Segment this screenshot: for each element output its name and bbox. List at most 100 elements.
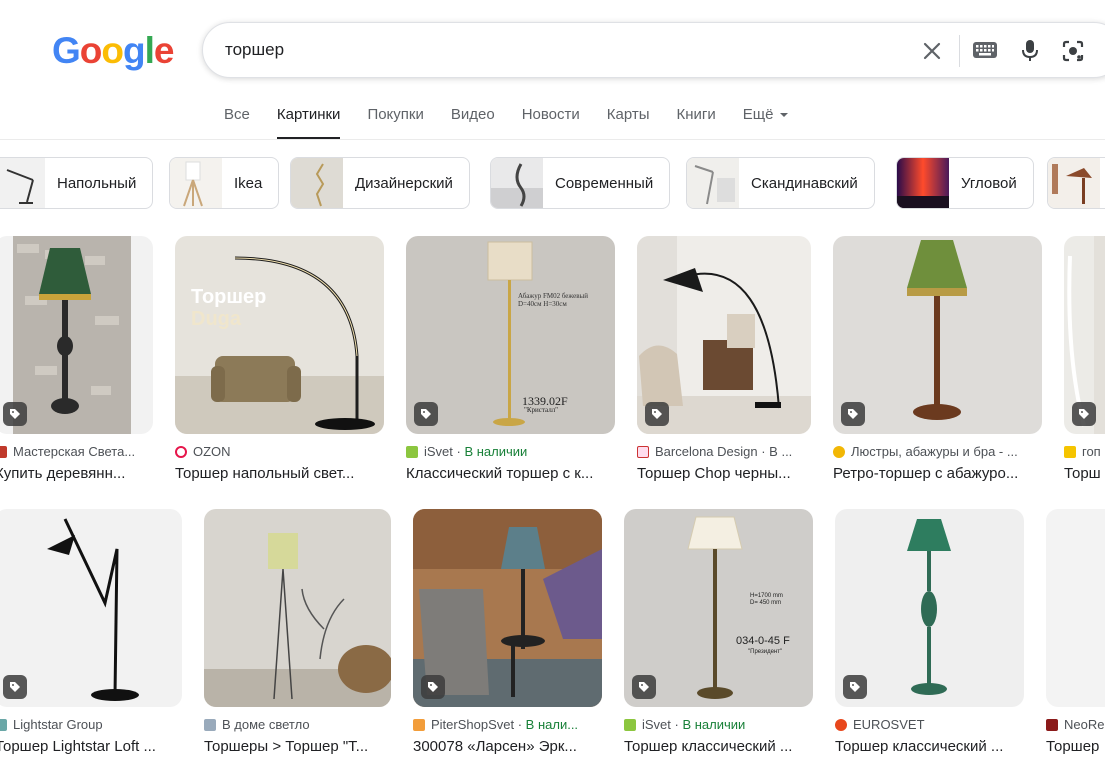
product-tag-icon <box>414 402 438 426</box>
chip-label: Напольный <box>57 174 137 192</box>
close-icon[interactable] <box>920 39 944 63</box>
result-image[interactable] <box>204 509 391 707</box>
tab-news[interactable]: Новости <box>522 106 580 140</box>
tab-shopping[interactable]: Покупки <box>367 106 423 140</box>
result-source[interactable]: OZON <box>175 444 384 459</box>
logo-letter: g <box>123 30 146 71</box>
keyboard-icon[interactable] <box>973 39 997 63</box>
image-caption: D= 450 mm <box>750 600 782 606</box>
chip-thumbnail <box>491 158 543 208</box>
product-tag-icon <box>1072 402 1096 426</box>
result-title[interactable]: Купить деревянн... <box>0 465 153 482</box>
source-label: Lightstar Group <box>13 717 103 732</box>
result-source[interactable]: Barcelona Design · В ... <box>637 444 811 459</box>
search-input[interactable] <box>225 23 905 77</box>
logo-letter: o <box>79 30 103 71</box>
result-title[interactable]: Торшер Chop черны... <box>637 465 811 482</box>
product-tag-icon <box>841 402 865 426</box>
lens-icon[interactable] <box>1061 39 1085 63</box>
source-label: В доме светло <box>222 717 310 732</box>
result-image[interactable] <box>637 236 811 434</box>
result-image[interactable] <box>835 509 1024 707</box>
filter-chips: Напольный Ikea Дизайнерский Современный … <box>0 157 1105 209</box>
chip-thumbnail <box>687 158 739 208</box>
search-tabs: Все Картинки Покупки Видео Новости Карты… <box>224 106 815 140</box>
result-source[interactable]: В доме светло <box>204 717 391 732</box>
tab-all[interactable]: Все <box>224 106 250 140</box>
product-tag-icon <box>3 402 27 426</box>
image-caption: "Кристалл" <box>524 406 559 414</box>
logo-letter: o <box>101 30 124 71</box>
chip-modern[interactable]: Современный <box>490 157 671 209</box>
result-title[interactable]: Классический торшер с к... <box>406 465 615 482</box>
source-label: iSvet <box>642 717 671 732</box>
result-title[interactable]: Ретро-торшер с абажуро... <box>833 465 1042 482</box>
source-label: iSvet <box>424 444 453 459</box>
result-source[interactable]: iSvet · В наличии <box>406 444 615 459</box>
result-title[interactable]: Торш <box>1064 465 1105 482</box>
source-label: PiterShopSvet <box>431 717 515 732</box>
tabs-divider <box>0 139 1105 140</box>
tab-maps[interactable]: Карты <box>607 106 650 140</box>
availability-label: В наличии <box>464 444 528 459</box>
chip-corner[interactable]: Угловой <box>896 157 1034 209</box>
result-image[interactable] <box>0 509 182 707</box>
tab-more-label: Ещё <box>742 106 774 123</box>
tab-images[interactable]: Картинки <box>276 106 341 140</box>
result-image[interactable]: Абажур FM02 бежевый D=40см H=30см 1339.0… <box>406 236 615 434</box>
result-source[interactable]: PiterShopSvet · В нали... <box>413 717 602 732</box>
caret-down-icon <box>780 113 789 118</box>
availability-label: В наличии <box>682 717 746 732</box>
image-caption: H=1700 mm <box>750 593 783 599</box>
result-source[interactable]: NeoRe <box>1046 717 1105 732</box>
logo-letter: e <box>153 30 175 71</box>
mic-icon[interactable] <box>1018 39 1042 63</box>
result-image[interactable] <box>413 509 602 707</box>
chip-label: Современный <box>555 174 654 192</box>
google-logo[interactable]: Google <box>52 30 175 72</box>
result-title[interactable]: Торшер классический ... <box>835 738 1024 755</box>
chip-ikea[interactable]: Ikea <box>169 157 280 209</box>
result-source[interactable]: Lightstar Group <box>0 717 182 732</box>
result-source[interactable]: EUROSVET <box>835 717 1024 732</box>
favicon <box>413 718 425 731</box>
favicon <box>833 445 845 458</box>
tab-more[interactable]: Ещё <box>743 106 789 140</box>
chip-next[interactable] <box>1047 157 1105 209</box>
tab-video[interactable]: Видео <box>451 106 495 140</box>
result-image[interactable] <box>1046 509 1105 707</box>
image-caption: Duga <box>191 308 241 330</box>
image-caption: 034-0-45 F <box>736 635 790 647</box>
chip-thumbnail <box>291 158 343 208</box>
result-image[interactable]: H=1700 mm D= 450 mm 034-0-45 F "Президен… <box>624 509 813 707</box>
image-caption: Торшер <box>191 286 267 308</box>
result-source[interactable]: гоп <box>1064 444 1105 459</box>
result-image[interactable] <box>0 236 153 434</box>
result-title[interactable]: Торшеры > Торшер "Т... <box>204 738 391 755</box>
result-title[interactable]: Торшер классический ... <box>624 738 813 755</box>
source-label: OZON <box>193 444 231 459</box>
favicon <box>175 445 187 458</box>
source-label: Люстры, абажуры и бра - ... <box>851 444 1018 459</box>
favicon <box>637 445 649 458</box>
result-image[interactable] <box>833 236 1042 434</box>
result-image[interactable] <box>1064 236 1105 434</box>
favicon <box>835 718 847 731</box>
favicon <box>0 445 7 458</box>
product-tag-icon <box>3 675 27 699</box>
source-label: EUROSVET <box>853 717 925 732</box>
result-image[interactable]: Торшер Duga <box>175 236 384 434</box>
favicon <box>0 718 7 731</box>
chip-scandinavian[interactable]: Скандинавский <box>686 157 875 209</box>
result-source[interactable]: Мастерская Света... <box>0 444 153 459</box>
chip-designer[interactable]: Дизайнерский <box>290 157 470 209</box>
result-title[interactable]: Торшер <box>1046 738 1105 755</box>
result-title[interactable]: Торшер Lightstar Loft ... <box>0 738 182 755</box>
chip-napolny[interactable]: Напольный <box>0 157 154 209</box>
result-source[interactable]: iSvet · В наличии <box>624 717 813 732</box>
result-title[interactable]: Торшер напольный свет... <box>175 465 384 482</box>
result-source[interactable]: Люстры, абажуры и бра - ... <box>833 444 1042 459</box>
result-title[interactable]: 300078 «Ларсен» Эрк... <box>413 738 602 755</box>
tab-books[interactable]: Книги <box>677 106 716 140</box>
chip-label: Скандинавский <box>751 174 858 192</box>
